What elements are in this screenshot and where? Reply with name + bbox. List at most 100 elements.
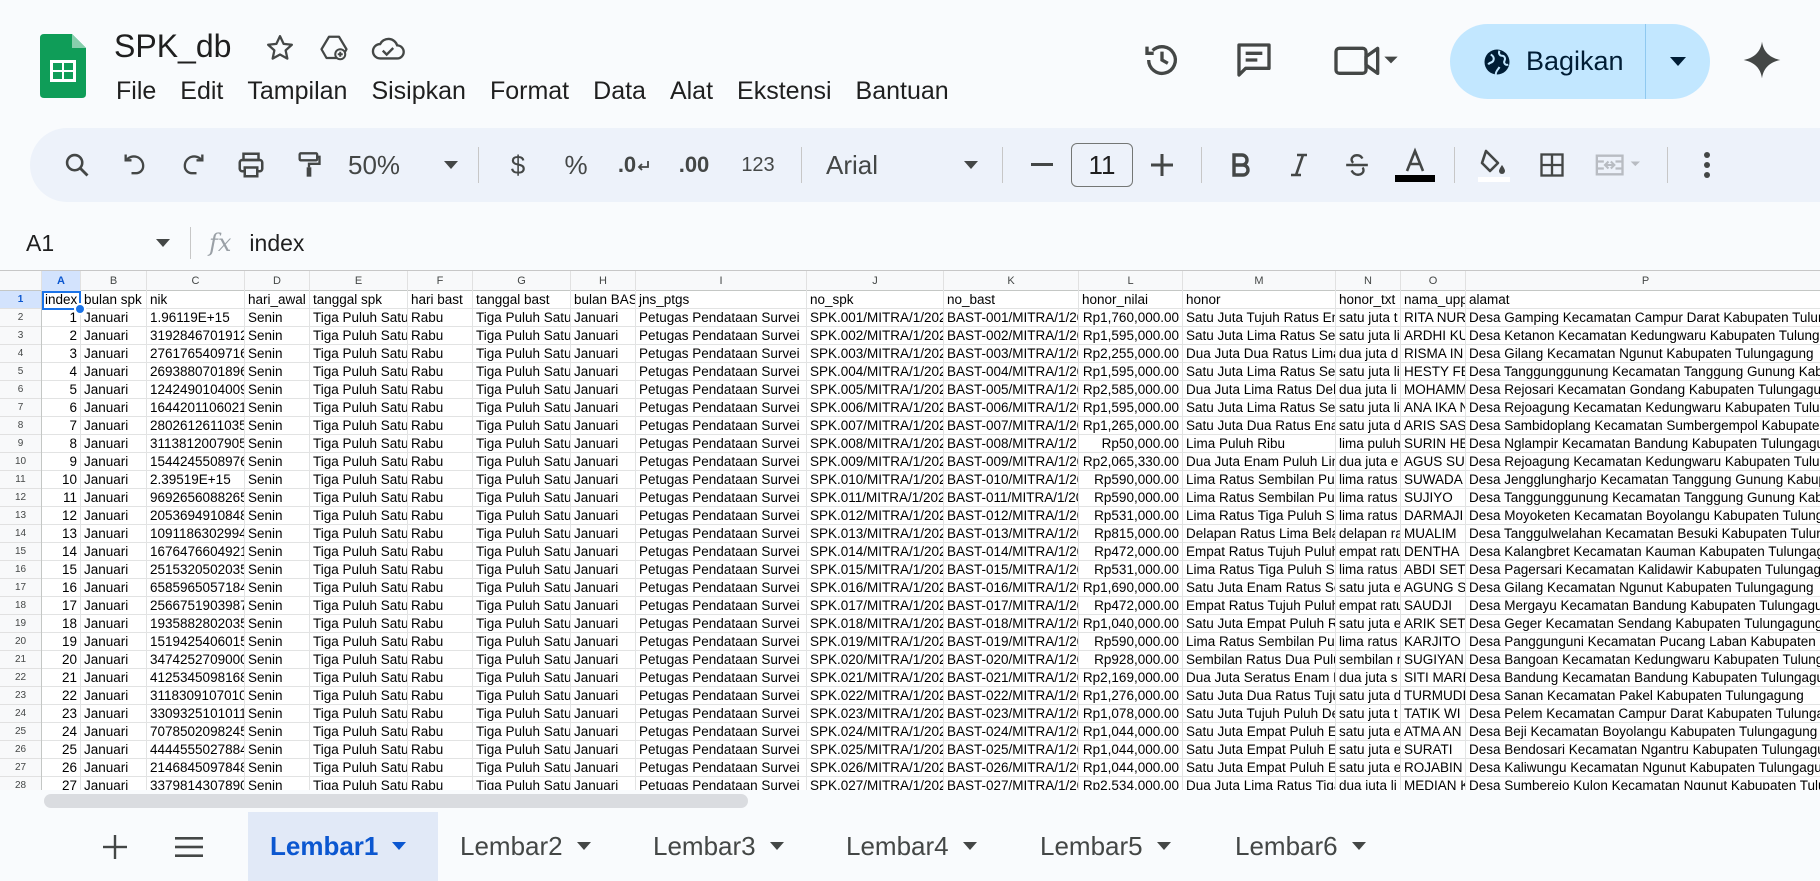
table-cell[interactable]: Tiga Puluh Satu	[473, 651, 571, 669]
strikethrough-icon[interactable]	[1328, 140, 1386, 190]
all-sheets-button[interactable]	[168, 826, 210, 868]
table-cell[interactable]: 17	[42, 597, 81, 615]
table-cell[interactable]: Januari	[571, 615, 636, 633]
table-cell[interactable]: Dua Juta Lima Ratus Tiga	[1183, 777, 1336, 790]
table-cell[interactable]: Rp1,760,000.00	[1079, 309, 1183, 327]
paint-format-icon[interactable]	[280, 140, 338, 190]
column-header[interactable]: F	[408, 271, 473, 291]
table-cell[interactable]: Januari	[571, 525, 636, 543]
table-cell[interactable]: ABDI SET	[1401, 561, 1466, 579]
table-cell[interactable]: Desa Kaliwungu Kecamatan Ngunut Kabupate…	[1466, 759, 1820, 777]
table-cell[interactable]: Januari	[81, 399, 147, 417]
table-cell[interactable]: AGUNG S	[1401, 579, 1466, 597]
table-cell[interactable]: Rabu	[408, 633, 473, 651]
table-cell[interactable]: Januari	[571, 723, 636, 741]
table-cell[interactable]: Januari	[571, 399, 636, 417]
table-cell[interactable]: Senin	[245, 381, 310, 399]
table-cell[interactable]: empat ratu	[1336, 543, 1401, 561]
decrease-decimal-button[interactable]: .0	[605, 140, 663, 190]
table-cell[interactable]: Tiga Puluh Satu	[310, 543, 408, 561]
table-cell[interactable]: Satu Juta Empat Puluh Empat	[1183, 741, 1336, 759]
menu-edit[interactable]: Edit	[168, 74, 235, 108]
table-cell[interactable]: 13	[42, 525, 81, 543]
table-cell[interactable]: 8	[42, 435, 81, 453]
table-cell[interactable]: satu juta li	[1336, 327, 1401, 345]
table-cell[interactable]: BAST-009/MITRA/1/2024	[944, 453, 1079, 471]
table-cell[interactable]: SPK.025/MITRA/1/2024	[807, 741, 944, 759]
table-cell[interactable]: Januari	[571, 741, 636, 759]
table-cell[interactable]: ANA IKA N	[1401, 399, 1466, 417]
row-header[interactable]: 13	[0, 507, 41, 525]
table-cell[interactable]: Rabu	[408, 525, 473, 543]
header-cell[interactable]: honor	[1183, 291, 1336, 309]
table-cell[interactable]: Rabu	[408, 471, 473, 489]
table-cell[interactable]: Rp1,078,000.00	[1079, 705, 1183, 723]
table-cell[interactable]: Rp1,690,000.00	[1079, 579, 1183, 597]
table-cell[interactable]: Rabu	[408, 705, 473, 723]
table-cell[interactable]: Rp472,000.00	[1079, 543, 1183, 561]
table-cell[interactable]: Januari	[81, 381, 147, 399]
table-cell[interactable]: lima ratus	[1336, 633, 1401, 651]
formula-input[interactable]: index	[249, 230, 304, 257]
table-cell[interactable]: Petugas Pendataan Survei	[636, 615, 807, 633]
table-cell[interactable]: Tiga Puluh Satu	[473, 327, 571, 345]
table-cell[interactable]: Rabu	[408, 741, 473, 759]
table-cell[interactable]: Januari	[571, 759, 636, 777]
table-cell[interactable]: Tiga Puluh Satu	[473, 705, 571, 723]
menu-insert[interactable]: Sisipkan	[359, 74, 478, 108]
table-cell[interactable]: 3	[42, 345, 81, 363]
table-cell[interactable]: Petugas Pendataan Survei	[636, 777, 807, 790]
table-cell[interactable]: Tiga Puluh Satu	[310, 345, 408, 363]
table-cell[interactable]: Rabu	[408, 579, 473, 597]
table-cell[interactable]: Rabu	[408, 687, 473, 705]
table-cell[interactable]: SPK.011/MITRA/1/2024	[807, 489, 944, 507]
table-cell[interactable]: Delapan Ratus Lima Belas	[1183, 525, 1336, 543]
table-cell[interactable]: satu juta d	[1336, 417, 1401, 435]
table-cell[interactable]: 7078502098245	[147, 723, 245, 741]
table-cell[interactable]: BAST-012/MITRA/1/2024	[944, 507, 1079, 525]
table-cell[interactable]: SPK.006/MITRA/1/2024	[807, 399, 944, 417]
table-cell[interactable]: Senin	[245, 453, 310, 471]
table-cell[interactable]: Dua Juta Enam Puluh Lima	[1183, 453, 1336, 471]
header-cell[interactable]: tanggal bast	[473, 291, 571, 309]
sheets-logo-icon[interactable]	[40, 34, 86, 98]
table-cell[interactable]: delapan ra	[1336, 525, 1401, 543]
table-cell[interactable]: Senin	[245, 579, 310, 597]
table-cell[interactable]: Petugas Pendataan Survei	[636, 399, 807, 417]
table-cell[interactable]: Rp472,000.00	[1079, 597, 1183, 615]
table-cell[interactable]: Lima Ratus Sembilan Puluh	[1183, 471, 1336, 489]
table-cell[interactable]: SPK.024/MITRA/1/2024	[807, 723, 944, 741]
table-cell[interactable]: SPK.005/MITRA/1/2024	[807, 381, 944, 399]
row-header[interactable]: 20	[0, 633, 41, 651]
table-cell[interactable]: Satu Juta Lima Ratus Sembilan	[1183, 399, 1336, 417]
table-cell[interactable]: Tiga Puluh Satu	[473, 633, 571, 651]
table-cell[interactable]: Rp815,000.00	[1079, 525, 1183, 543]
table-cell[interactable]: Januari	[81, 525, 147, 543]
row-header[interactable]: 22	[0, 669, 41, 687]
table-cell[interactable]: BAST-011/MITRA/1/2024	[944, 489, 1079, 507]
table-cell[interactable]: Senin	[245, 417, 310, 435]
table-cell[interactable]: 2693880701896	[147, 363, 245, 381]
table-cell[interactable]: Tiga Puluh Satu	[473, 381, 571, 399]
table-cell[interactable]: Tiga Puluh Satu	[310, 471, 408, 489]
table-cell[interactable]: Tiga Puluh Satu	[310, 633, 408, 651]
table-cell[interactable]: 15	[42, 561, 81, 579]
table-cell[interactable]: ARIS SAS	[1401, 417, 1466, 435]
name-box[interactable]: A1	[0, 230, 190, 257]
table-cell[interactable]: 1242490104009	[147, 381, 245, 399]
menu-file[interactable]: File	[104, 74, 168, 108]
table-cell[interactable]: Petugas Pendataan Survei	[636, 543, 807, 561]
table-cell[interactable]: Petugas Pendataan Survei	[636, 687, 807, 705]
table-cell[interactable]: TURMUDI	[1401, 687, 1466, 705]
header-cell[interactable]: honor_txt	[1336, 291, 1401, 309]
table-cell[interactable]: SAUDJI	[1401, 597, 1466, 615]
table-cell[interactable]: Petugas Pendataan Survei	[636, 651, 807, 669]
table-cell[interactable]: SPK.014/MITRA/1/2024	[807, 543, 944, 561]
add-sheet-button[interactable]	[94, 826, 136, 868]
table-cell[interactable]: Senin	[245, 651, 310, 669]
table-cell[interactable]: Rp2,585,000.00	[1079, 381, 1183, 399]
table-cell[interactable]: Lima Puluh Ribu	[1183, 435, 1336, 453]
row-header[interactable]: 27	[0, 759, 41, 777]
table-cell[interactable]: SPK.001/MITRA/1/2024	[807, 309, 944, 327]
table-cell[interactable]: Desa Kalangbret Kecamatan Kauman Kabupat…	[1466, 543, 1820, 561]
